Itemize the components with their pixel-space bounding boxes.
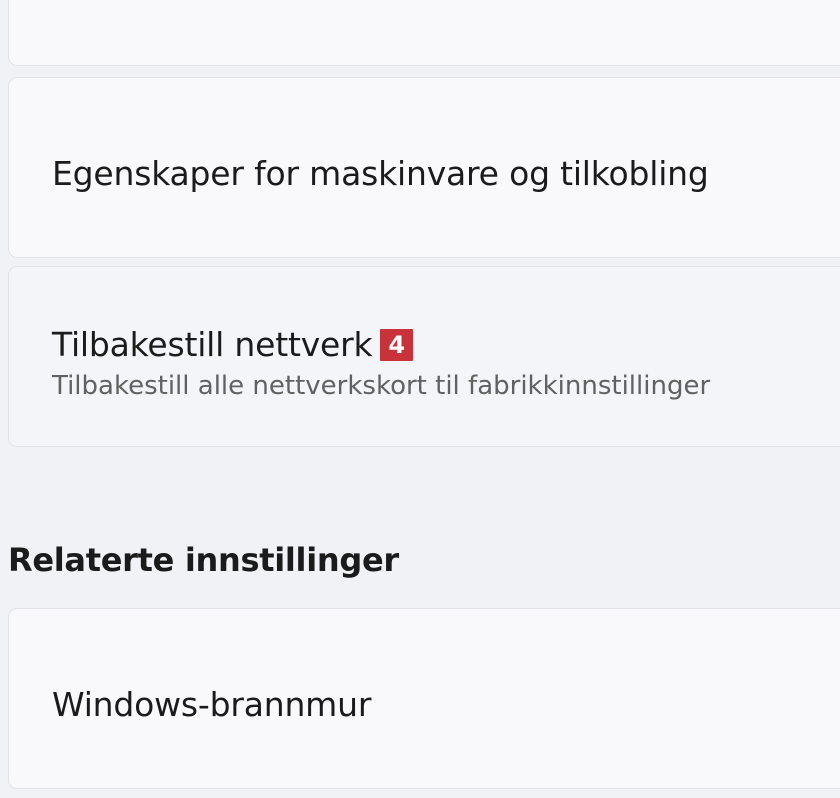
settings-card-partial[interactable] xyxy=(8,0,840,66)
card-title: Tilbakestill nettverk 4 xyxy=(52,325,413,364)
card-title-text: Tilbakestill nettverk xyxy=(52,325,373,364)
settings-card-hardware-properties[interactable]: Egenskaper for maskinvare og tilkobling xyxy=(8,77,840,258)
card-subtitle: Tilbakestill alle nettverkskort til fabr… xyxy=(52,371,711,401)
settings-card-network-reset[interactable]: Tilbakestill nettverk 4 Tilbakestill alle… xyxy=(8,266,840,447)
section-heading-related-settings: Relaterte innstillinger xyxy=(8,541,399,579)
annotation-badge: 4 xyxy=(380,329,413,361)
settings-card-windows-firewall[interactable]: Windows-brannmur xyxy=(8,608,840,789)
card-title: Egenskaper for maskinvare og tilkobling xyxy=(52,154,709,193)
card-title: Windows-brannmur xyxy=(52,685,372,724)
